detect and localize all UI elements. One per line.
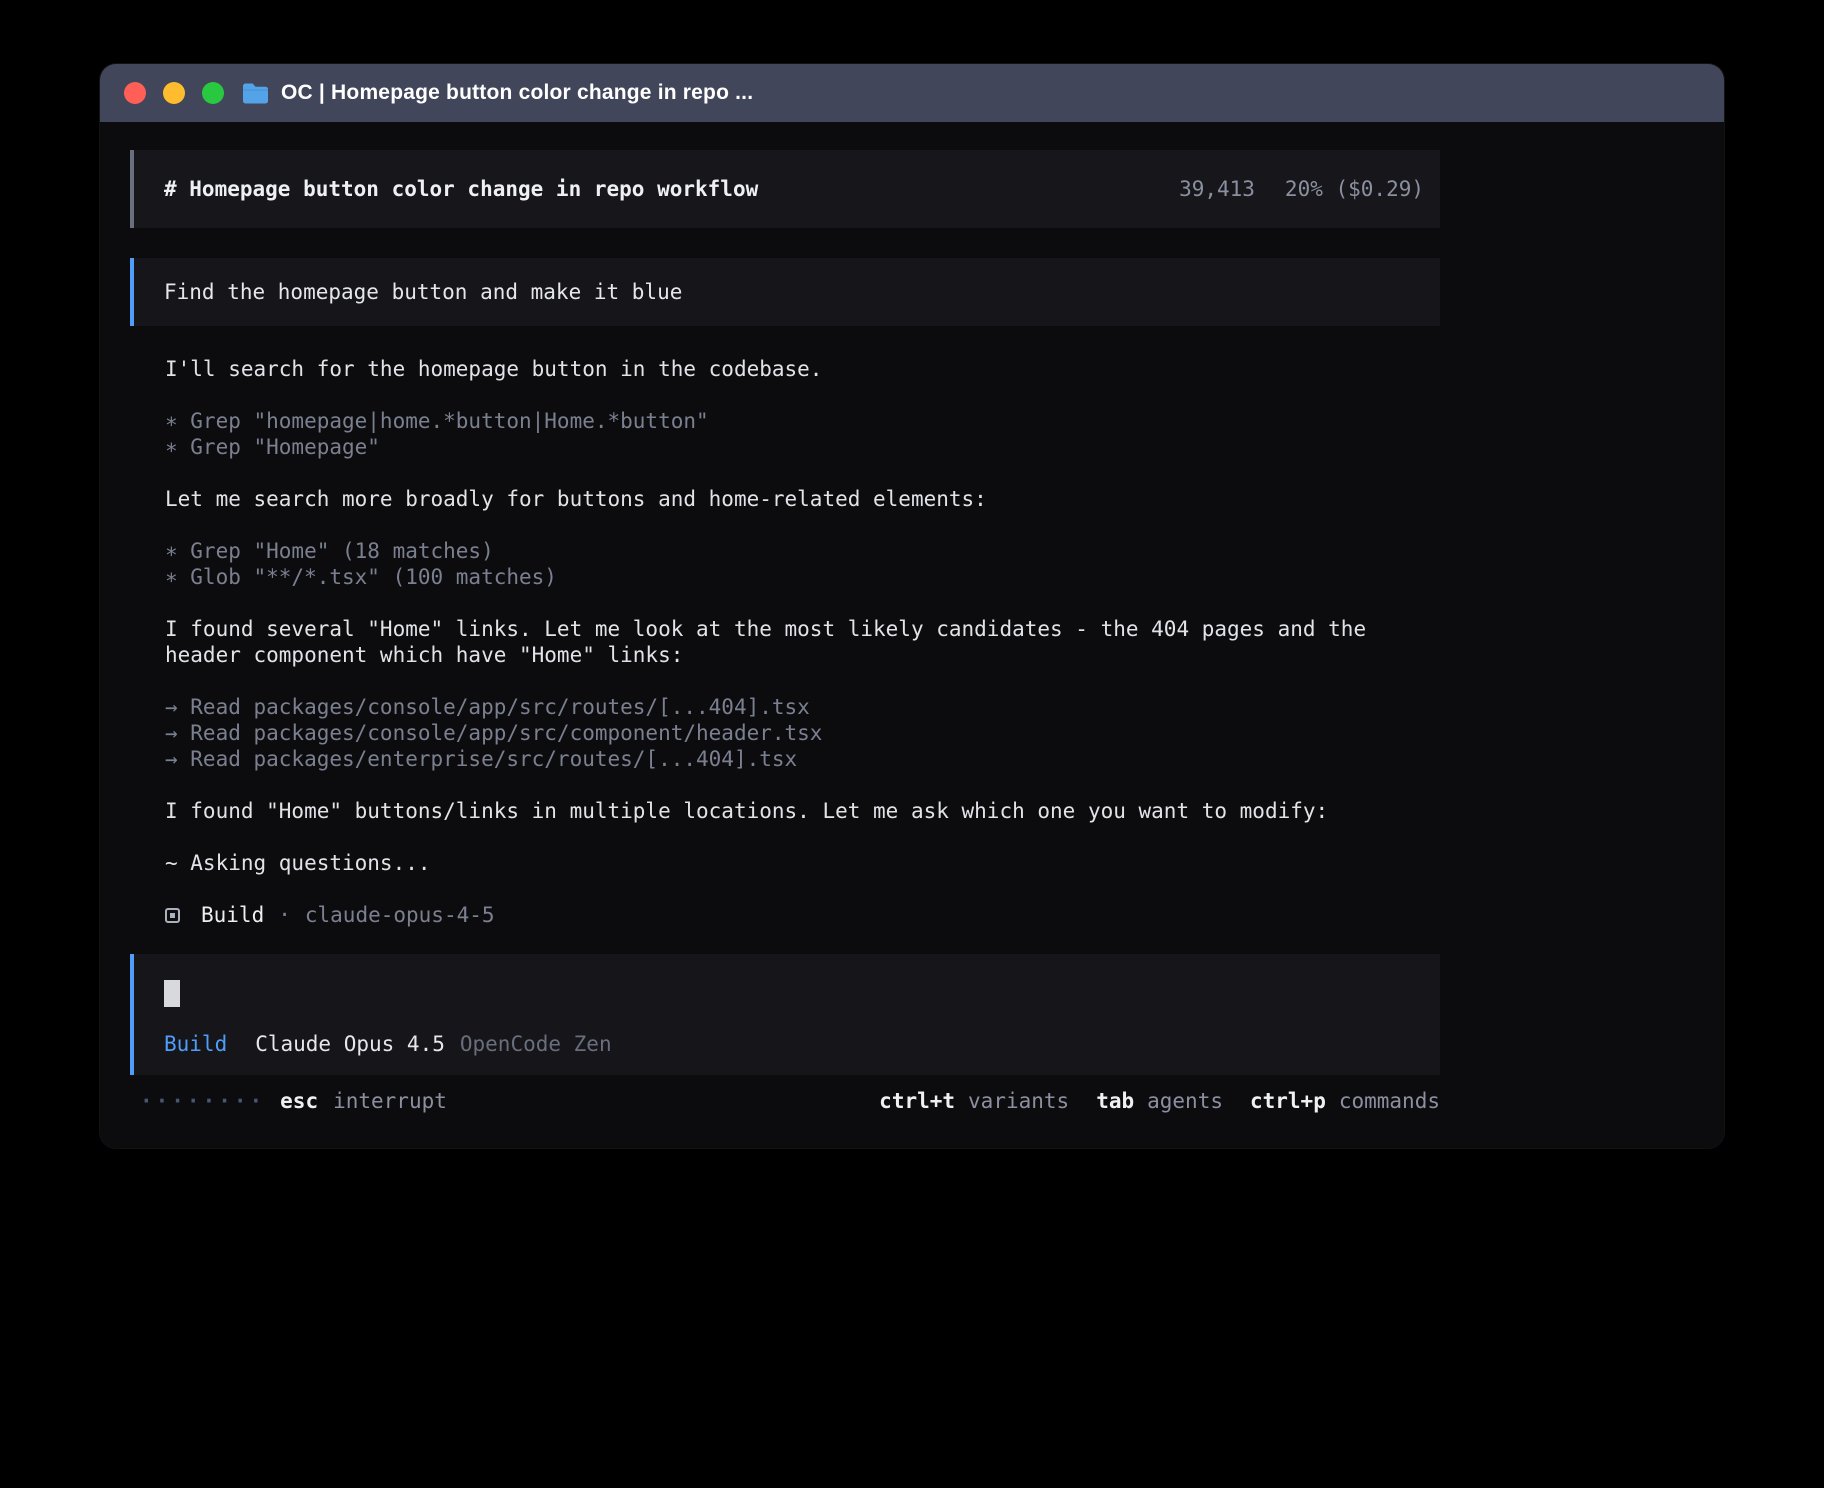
user-message: Find the homepage button and make it blu… [130,258,1440,326]
traffic-lights [124,82,224,104]
tool-call-line: → Read packages/enterprise/src/routes/[.… [165,746,1440,772]
input-status-row: Build Claude Opus 4.5 OpenCode Zen [164,1031,1410,1057]
tool-call-line: → Read packages/console/app/src/componen… [165,720,1440,746]
provider-label: OpenCode Zen [460,1031,612,1057]
tool-call-group: ∗ Grep "Home" (18 matches)∗ Glob "**/*.t… [165,538,1440,590]
tool-call-line: ∗ Grep "Home" (18 matches) [165,538,1440,564]
window-titlebar: OC | Homepage button color change in rep… [100,64,1724,122]
tool-call-line: ∗ Glob "**/*.tsx" (100 matches) [165,564,1440,590]
shortcut-label: variants [968,1088,1069,1114]
user-message-text: Find the homepage button and make it blu… [164,280,682,304]
shortcut-key: tab [1096,1088,1134,1114]
session-header: # Homepage button color change in repo w… [130,150,1440,228]
shortcut-commands: ctrl+p commands [1250,1088,1440,1114]
terminal-window: OC | Homepage button color change in rep… [100,64,1724,1148]
minimize-button[interactable] [163,82,185,104]
keyboard-shortcuts: ctrl+t variants tab agents ctrl+p commands [879,1088,1440,1114]
assistant-message: I found "Home" buttons/links in multiple… [165,798,1440,824]
separator-dot: · [278,902,291,928]
agent-mode-label: Build [164,1031,227,1057]
status-bar: ········ esc interrupt ctrl+t variants tab… [130,1088,1440,1114]
session-title: # Homepage button color change in repo w… [164,176,758,202]
shortcut-key: ctrl+p [1250,1088,1326,1114]
assistant-message: I found several "Home" links. Let me loo… [165,616,1440,668]
folder-icon [242,82,269,104]
agent-name: Build [201,902,264,928]
agent-model: claude-opus-4-5 [305,902,495,928]
shortcut-label: agents [1147,1088,1223,1114]
token-count: 39,413 [1179,176,1255,202]
close-button[interactable] [124,82,146,104]
shortcut-agents: tab agents [1096,1088,1223,1114]
zoom-button[interactable] [202,82,224,104]
shortcut-variants: ctrl+t variants [879,1088,1069,1114]
tool-call-line: → Read packages/console/app/src/routes/[… [165,694,1440,720]
assistant-message: Let me search more broadly for buttons a… [165,486,1440,512]
tool-call-line: ∗ Grep "Homepage" [165,434,1440,460]
shortcut-key: ctrl+t [879,1088,955,1114]
session-stats: 39,413 20% ($0.29) [1179,176,1424,202]
dots-spinner-icon: ········ [140,1088,265,1114]
agent-status-line: Build · claude-opus-4-5 [165,902,1440,928]
tool-call-group: ∗ Grep "homepage|home.*button|Home.*butt… [165,408,1440,460]
assistant-message: ~ Asking questions... [165,850,1440,876]
model-label: Claude Opus 4.5 [255,1031,445,1057]
status-left: ········ esc interrupt [140,1088,447,1114]
shortcut-label: commands [1339,1088,1440,1114]
terminal-content: # Homepage button color change in repo w… [100,122,1724,1114]
interrupt-label: interrupt [333,1088,447,1114]
tool-call-group: → Read packages/console/app/src/routes/[… [165,694,1440,772]
tool-call-line: ∗ Grep "homepage|home.*button|Home.*butt… [165,408,1440,434]
window-title: OC | Homepage button color change in rep… [281,81,753,105]
assistant-message: I'll search for the homepage button in t… [165,356,1440,382]
esc-key-hint: esc [280,1088,318,1114]
square-icon [165,908,180,923]
prompt-input[interactable]: Build Claude Opus 4.5 OpenCode Zen [130,954,1440,1075]
conversation-log: I'll search for the homepage button in t… [130,356,1440,928]
text-cursor [164,980,180,1007]
context-cost: 20% ($0.29) [1285,176,1424,202]
